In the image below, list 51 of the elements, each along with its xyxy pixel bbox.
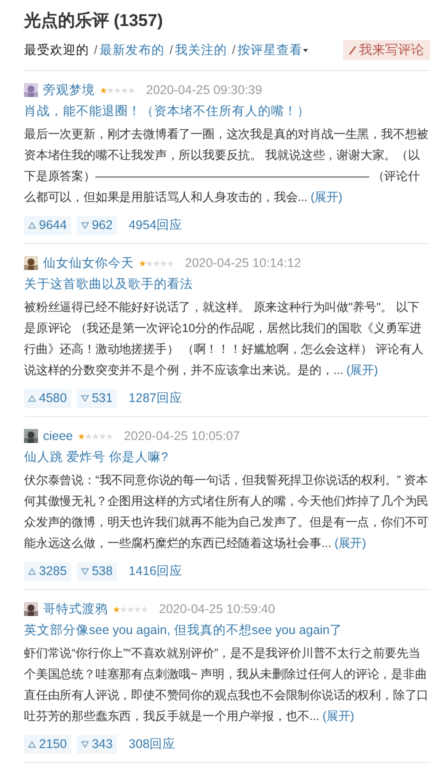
upvote-button[interactable]: 3285: [24, 562, 71, 581]
expand-link[interactable]: (展开): [322, 709, 354, 723]
down-triangle-icon: [80, 222, 89, 229]
review-text: 虾们常说“你行你上”“不喜欢就别评价”，是不是我评价川普不太行之前要先当个美国总统？哇塞那有点刺激哦~ 声明，我从未删除过任何人的评论，是非曲直任由所有人评说，即使不赞同你的观点我也不会限制你说话的权利，除了口吐芬芳的那些蠢东西，我反手就是一个用户举报，也不... (展开): [24, 645, 430, 725]
downvote-button[interactable]: 962: [76, 216, 117, 235]
review-time: 2020-04-25 09:30:39: [146, 82, 262, 99]
filter-tab[interactable]: 我关注的: [174, 40, 227, 60]
review-time: 2020-04-25 10:05:07: [124, 428, 240, 445]
downvote-button[interactable]: 531: [76, 389, 117, 408]
author-link[interactable]: 旁观梦境: [43, 81, 95, 99]
caret-icon: [303, 48, 308, 53]
review-text: 最后一次更新，刚才去微博看了一圈，这次我是真的对肖战一生黑，我不想被资本堵住我的嘴不让我发声，所以我要反抗。 我就说这些，谢谢大家。（以下是原答案）——————————————————————— （评论什么都可以，但如果是用脏话骂人和人身攻击的，我会... (展开): [24, 126, 430, 206]
down-triangle-icon: [80, 395, 89, 402]
expand-link[interactable]: (展开): [346, 363, 378, 377]
up-triangle-icon: [28, 568, 36, 575]
down-triangle-icon: [80, 741, 89, 748]
down-triangle-icon: [80, 568, 89, 575]
separator: /: [169, 42, 173, 59]
expand-link[interactable]: (展开): [310, 190, 342, 204]
review-title[interactable]: 肖战，能不能退圈！（资本堵不住所有人的嘴！）: [24, 102, 430, 120]
upvote-button[interactable]: 4580: [24, 389, 71, 408]
review-time: 2020-04-25 10:14:12: [185, 255, 302, 272]
upvote-button[interactable]: 9644: [24, 216, 71, 235]
review-text: 被粉丝逼得已经不能好好说话了，就这样。 原来这种行为叫做"养号"。 以下是原评论 （我还是第一次评论10分的作品呢，居然比我们的国歌《义勇军进行曲》还高！激动地搓搓手） （啊！！！好尴尬啊，怎么会这样） 评论有人说这样的分数突变并不是个例，并不应该拿出来说。是的，... (展开): [24, 299, 424, 379]
up-triangle-icon: [28, 395, 36, 402]
review-time: 2020-04-25 10:59:40: [159, 601, 276, 618]
separator: /: [232, 42, 236, 59]
review-title[interactable]: 关于这首歌曲以及歌手的看法: [24, 275, 430, 293]
replies-link[interactable]: 4954回应: [128, 216, 182, 235]
separator: /: [94, 42, 98, 59]
review-title[interactable]: 英文部分像see you again, 但我真的不想see you again了: [24, 621, 430, 639]
upvote-button[interactable]: 2150: [24, 735, 71, 754]
replies-link[interactable]: 308回应: [128, 735, 176, 754]
filter-tab[interactable]: 最受欢迎的: [24, 40, 89, 60]
up-triangle-icon: [28, 741, 36, 748]
review-title[interactable]: 仙人跳 爱炸号 你是人嘛?: [24, 448, 430, 466]
filter-tab[interactable]: 按评星查看: [237, 40, 308, 60]
up-triangle-icon: [28, 222, 36, 229]
author-link[interactable]: cieee: [43, 427, 73, 445]
author-link[interactable]: 哥特式渡鸦: [43, 600, 108, 618]
pencil-icon: [349, 46, 356, 54]
expand-link[interactable]: (展开): [334, 536, 366, 550]
filter-tab[interactable]: 最新发布的: [99, 40, 164, 60]
page-title: 光点的乐评 (1357): [24, 10, 164, 32]
downvote-button[interactable]: 538: [76, 562, 117, 581]
review-text: 伏尔泰曾说：“我不同意你说的每一句话，但我誓死捍卫你说话的权利。” 资本何其傲慢无礼？企图用这样的方式堵住所有人的嘴，今天他们炸掉了几个为民众发声的微博，明天也许我们就再不能为自己发声了。但是有一点，你们不可能永远这么做，一些腐朽糜烂的东西已经随着这场社会事... (展开): [24, 472, 430, 552]
write-review-button[interactable]: 我来写评论: [343, 40, 430, 60]
replies-link[interactable]: 1416回应: [128, 562, 182, 581]
author-link[interactable]: 仙女仙女你今天: [43, 254, 134, 272]
replies-link[interactable]: 1287回应: [128, 389, 182, 408]
downvote-button[interactable]: 343: [76, 735, 117, 754]
